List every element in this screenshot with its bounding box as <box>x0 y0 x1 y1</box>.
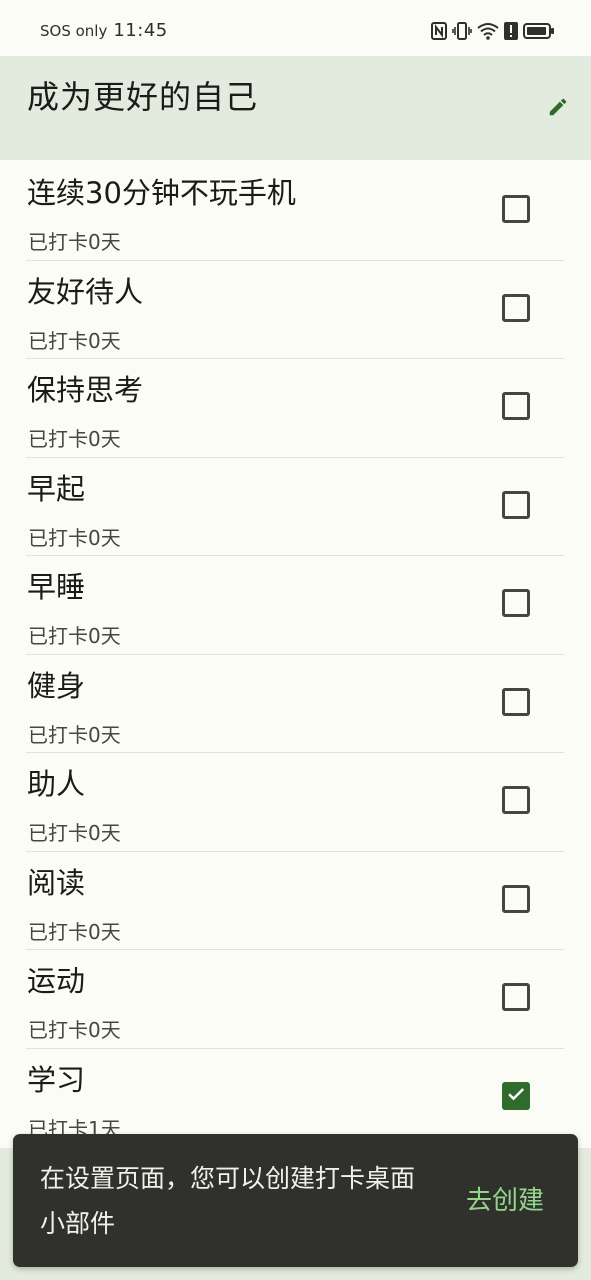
list-item[interactable]: 连续30分钟不玩手机 已打卡0天 <box>26 162 564 261</box>
habit-title: 连续30分钟不玩手机 <box>27 176 296 210</box>
habit-title: 运动 <box>27 964 86 998</box>
list-item[interactable]: 健身 已打卡0天 <box>26 655 564 754</box>
habit-title: 助人 <box>27 767 86 801</box>
habit-title: 健身 <box>27 668 86 703</box>
list-item[interactable]: 友好待人 已打卡0天 <box>26 261 564 360</box>
edit-pencil-icon <box>547 96 569 122</box>
habit-checkbox[interactable] <box>502 195 530 223</box>
nfc-icon <box>431 22 447 40</box>
habit-title: 阅读 <box>27 865 86 900</box>
edit-button[interactable] <box>545 96 571 122</box>
list-item[interactable]: 早起 已打卡0天 <box>26 458 564 557</box>
habit-count: 已打卡0天 <box>28 328 121 353</box>
habit-title: 早起 <box>27 471 86 506</box>
wifi-icon <box>477 22 499 40</box>
snackbar-message: 在设置页面，您可以创建打卡桌面小部件 <box>40 1164 416 1238</box>
habit-title: 早睡 <box>27 570 86 604</box>
habit-count: 已打卡0天 <box>28 821 121 845</box>
habit-count: 已打卡0天 <box>28 230 121 254</box>
carrier-text: SOS only <box>40 22 108 40</box>
list-item[interactable]: 阅读 已打卡0天 <box>26 852 564 951</box>
habit-count: 已打卡0天 <box>28 525 121 550</box>
habit-checkbox-checked[interactable] <box>502 1081 530 1110</box>
list-item[interactable]: 早睡 已打卡0天 <box>26 556 564 655</box>
list-item[interactable]: 学习 已打卡1天 <box>26 1049 564 1148</box>
habit-count: 已打卡0天 <box>28 624 121 648</box>
habit-count: 已打卡0天 <box>28 427 121 451</box>
habit-checkbox[interactable] <box>502 490 530 519</box>
clock-time: 11:45 <box>113 20 168 41</box>
habit-title: 保持思考 <box>27 373 144 407</box>
list-item[interactable]: 保持思考 已打卡0天 <box>26 359 564 458</box>
checkmark-icon <box>506 1084 526 1108</box>
habit-list: 连续30分钟不玩手机 已打卡0天 友好待人 已打卡0天 保持思考 已打卡0天 早… <box>0 162 591 1147</box>
status-bar: SOS only 11:45 <box>0 0 591 56</box>
habit-checkbox[interactable] <box>502 786 530 814</box>
snackbar: 在设置页面，您可以创建打卡桌面小部件 去创建 <box>13 1134 578 1267</box>
create-widget-button[interactable]: 去创建 <box>466 1180 544 1217</box>
habit-title: 学习 <box>27 1062 86 1097</box>
battery-icon <box>523 22 555 40</box>
app-header: 成为更好的自己 <box>0 56 591 160</box>
habit-checkbox[interactable] <box>502 589 530 617</box>
page-title: 成为更好的自己 <box>27 78 259 116</box>
alert-icon <box>504 22 518 40</box>
habit-checkbox[interactable] <box>502 884 530 913</box>
list-item[interactable]: 运动 已打卡0天 <box>26 950 564 1049</box>
vibrate-icon <box>452 22 472 40</box>
habit-count: 已打卡0天 <box>28 919 121 944</box>
habit-count: 已打卡0天 <box>28 1018 121 1042</box>
habit-checkbox[interactable] <box>502 687 530 716</box>
habit-checkbox[interactable] <box>502 293 530 322</box>
status-icons <box>431 22 555 40</box>
habit-count: 已打卡0天 <box>28 722 121 747</box>
habit-checkbox[interactable] <box>502 983 530 1011</box>
list-item[interactable]: 助人 已打卡0天 <box>26 753 564 852</box>
status-left: SOS only 11:45 <box>40 20 168 41</box>
habit-checkbox[interactable] <box>502 392 530 420</box>
habit-title: 友好待人 <box>27 274 144 309</box>
